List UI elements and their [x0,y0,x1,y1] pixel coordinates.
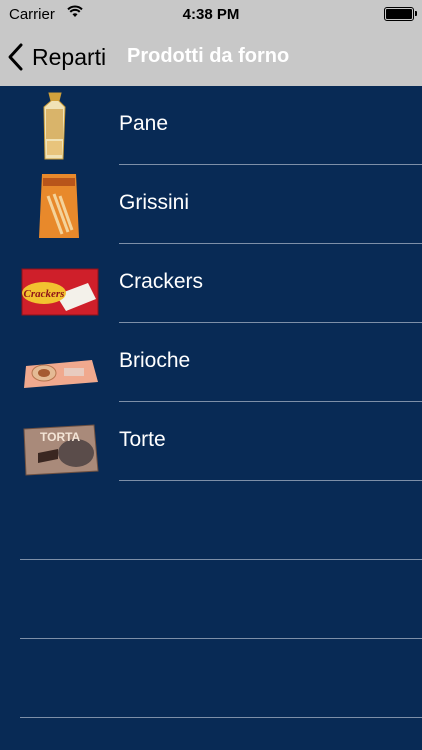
list-item-brioche[interactable]: Brioche [0,323,422,402]
list-item-label: Grissini [119,191,190,214]
page-title: Prodotti da forno [127,45,290,67]
back-label: Reparti [32,43,107,70]
chevron-left-icon [8,43,23,71]
status-bar: Carrier 4:38 PM [0,0,422,30]
list-item-label: Brioche [119,349,191,372]
row-separator [20,638,422,639]
status-time: 4:38 PM [182,6,240,23]
battery-icon [384,7,417,21]
back-button[interactable]: Reparti [6,40,106,74]
grissini-pack-icon [39,174,79,238]
torte-thumb-text: TORTA [40,430,81,444]
row-separator [20,717,422,718]
list-item-crackers[interactable]: Crackers Crackers [0,244,422,323]
nav-bar: Reparti Prodotti da forno [0,30,422,86]
crackers-thumb-text: Crackers [24,288,65,300]
torte-pack-icon: TORTA [23,424,99,476]
brioche-pack-icon [24,360,98,388]
list-item-label: Crackers [119,270,204,293]
battery-fill [386,9,412,19]
list-item-torte[interactable]: TORTA Torte [0,402,422,481]
list-item-grissini[interactable]: Grissini [0,165,422,244]
list-item-label: Torte [119,428,166,451]
product-category-list: Pane Grissini Crackers Crackers Brioche … [0,86,422,750]
row-separator [20,559,422,560]
row-separator [119,480,422,481]
crackers-pack-icon: Crackers [21,268,99,316]
bread-bag-icon [43,92,66,160]
list-item-label: Pane [119,112,169,135]
header: Carrier 4:38 PM Reparti Prodotti da forn… [0,0,422,86]
list-item-pane[interactable]: Pane [0,86,422,165]
